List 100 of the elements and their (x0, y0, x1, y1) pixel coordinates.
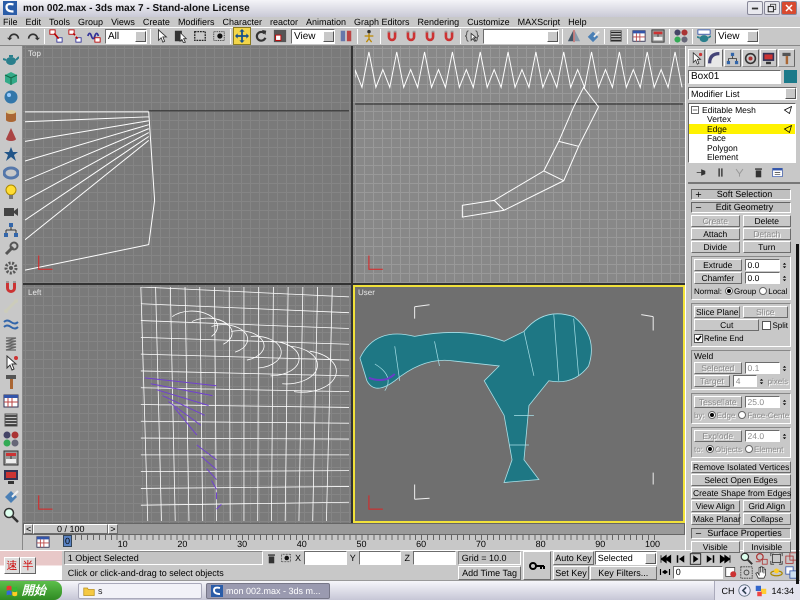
connected-boxes-icon[interactable] (650, 28, 666, 44)
skip-start-icon[interactable] (658, 552, 672, 564)
menu-item[interactable]: Graph Editors (354, 16, 410, 27)
magnet-icon[interactable] (3, 279, 19, 295)
tilted-square-icon[interactable] (585, 28, 601, 44)
chain-link-icon[interactable] (48, 28, 64, 44)
set-key-button[interactable] (523, 551, 552, 580)
two-bars-icon[interactable] (338, 28, 354, 44)
stack-item[interactable]: Polygon (689, 143, 795, 152)
double-square-icon[interactable] (785, 552, 798, 565)
radio-button[interactable] (725, 287, 734, 295)
rollout-header[interactable]: Edit Geometry (691, 202, 791, 213)
viewport[interactable]: Left (23, 285, 351, 523)
modifier-list-dropdown[interactable]: Modifier List (688, 87, 797, 100)
stack-item[interactable]: Face (689, 134, 795, 143)
key-filters-button[interactable]: Key Filters... (590, 566, 657, 580)
command-button[interactable]: Grid Align (742, 500, 791, 512)
menu-item[interactable]: File (3, 16, 18, 27)
square-scale-icon[interactable] (272, 28, 288, 44)
dropdown[interactable]: View (291, 28, 335, 44)
dropdown[interactable]: View (715, 28, 759, 44)
connected-boxes-icon[interactable] (3, 450, 19, 466)
coordinate-field[interactable] (358, 551, 402, 565)
command-button[interactable]: View Align (691, 500, 740, 512)
bin-icon[interactable] (753, 167, 764, 178)
hierarchy-icon[interactable] (3, 222, 19, 238)
spinner-field[interactable]: 0.0 (744, 259, 780, 271)
cylinder-icon[interactable] (3, 108, 19, 124)
spinner-field[interactable]: 0.0 (744, 272, 780, 284)
menu-item[interactable]: reactor (270, 16, 298, 27)
colored-squares-icon[interactable] (755, 584, 768, 596)
command-button[interactable]: Cut (694, 319, 760, 331)
menu-item[interactable]: Customize (467, 16, 510, 27)
wrench-icon[interactable] (3, 241, 19, 257)
command-panel-tab[interactable] (688, 49, 705, 67)
command-button[interactable]: Collapse (742, 513, 791, 525)
close-button[interactable] (781, 1, 797, 16)
magnifier-icon[interactable] (3, 507, 19, 523)
menu-item[interactable]: Tools (49, 16, 70, 27)
four-spheres-icon[interactable] (3, 431, 19, 447)
monitor-icon[interactable] (3, 469, 19, 485)
star-icon[interactable] (3, 146, 19, 162)
checkbox[interactable] (762, 320, 772, 330)
corner-square-icon[interactable] (770, 552, 784, 565)
scrollbar[interactable] (796, 244, 799, 584)
command-button[interactable]: Invisible (742, 541, 791, 553)
rollout-header[interactable]: Soft Selection (691, 189, 791, 200)
menu-item[interactable]: Modifiers (178, 16, 214, 27)
ime-button[interactable]: 速 (4, 557, 20, 574)
command-button[interactable]: Extrude (694, 259, 742, 271)
pointer-list-icon[interactable] (173, 28, 189, 44)
dropdown[interactable] (483, 28, 559, 44)
command-panel-tab[interactable] (724, 49, 741, 67)
move-icon[interactable] (234, 28, 250, 44)
command-panel-tab[interactable] (778, 49, 795, 67)
play-icon[interactable] (688, 552, 702, 564)
viewport-label[interactable]: Top (28, 49, 41, 58)
four-spheres-icon[interactable] (673, 28, 689, 44)
cone-icon[interactable] (3, 127, 19, 143)
list-window-icon[interactable] (772, 167, 783, 178)
magnifier-icon[interactable] (740, 552, 754, 565)
command-button[interactable]: Slice Plane (694, 306, 740, 318)
menu-item[interactable]: Character (222, 16, 262, 27)
coordinate-field[interactable] (412, 551, 456, 565)
ime-button[interactable]: 半 (20, 557, 36, 574)
menu-item[interactable]: Group (78, 16, 104, 27)
command-button[interactable]: Attach (691, 228, 740, 240)
mirror-triangles-icon[interactable] (566, 28, 582, 44)
command-button[interactable]: Remove Isolated Vertices (691, 461, 791, 473)
command-button[interactable]: Divide (691, 241, 740, 253)
gear-icon[interactable] (3, 260, 19, 276)
object-name-field[interactable]: Box01 (688, 70, 781, 84)
command-button[interactable]: Visible (691, 541, 740, 553)
bar-triangles-icon[interactable] (658, 566, 671, 578)
taskbar-button[interactable]: s (78, 582, 202, 598)
magnifier-squares-icon[interactable] (755, 552, 768, 565)
auto-key-button[interactable]: Auto Key (553, 551, 594, 565)
current-frame-field[interactable]: 0 (672, 566, 723, 578)
checkbox[interactable] (694, 334, 703, 342)
command-panel-tab[interactable] (706, 49, 723, 67)
frame-marker[interactable]: 0 (63, 535, 72, 547)
bracket-pointer-icon[interactable] (464, 28, 480, 44)
key-mode-dropdown[interactable]: Selected (594, 551, 657, 565)
torus-icon[interactable] (3, 165, 19, 181)
minimize-button[interactable] (747, 1, 763, 16)
teapot-window-icon[interactable] (696, 28, 712, 44)
object-color-swatch[interactable] (784, 70, 797, 83)
track-bar[interactable]: 0 10 20 30 40 50 60 70 80 90 100 (63, 535, 660, 550)
grid-window-icon[interactable] (3, 393, 19, 409)
stacked-sheets-icon[interactable] (3, 412, 19, 428)
grid-window-icon[interactable] (631, 28, 647, 44)
bulb-icon[interactable] (3, 184, 19, 200)
sphere-icon[interactable] (3, 89, 19, 105)
menu-item[interactable]: Create (142, 16, 170, 27)
viewport[interactable]: User (353, 285, 685, 523)
skip-end-icon[interactable] (718, 552, 732, 564)
add-time-tag-button[interactable]: Add Time Tag (458, 566, 522, 580)
stack-item[interactable]: Editable Mesh (689, 105, 795, 114)
menu-item[interactable]: Help (568, 16, 587, 27)
restore-button[interactable] (764, 1, 780, 16)
